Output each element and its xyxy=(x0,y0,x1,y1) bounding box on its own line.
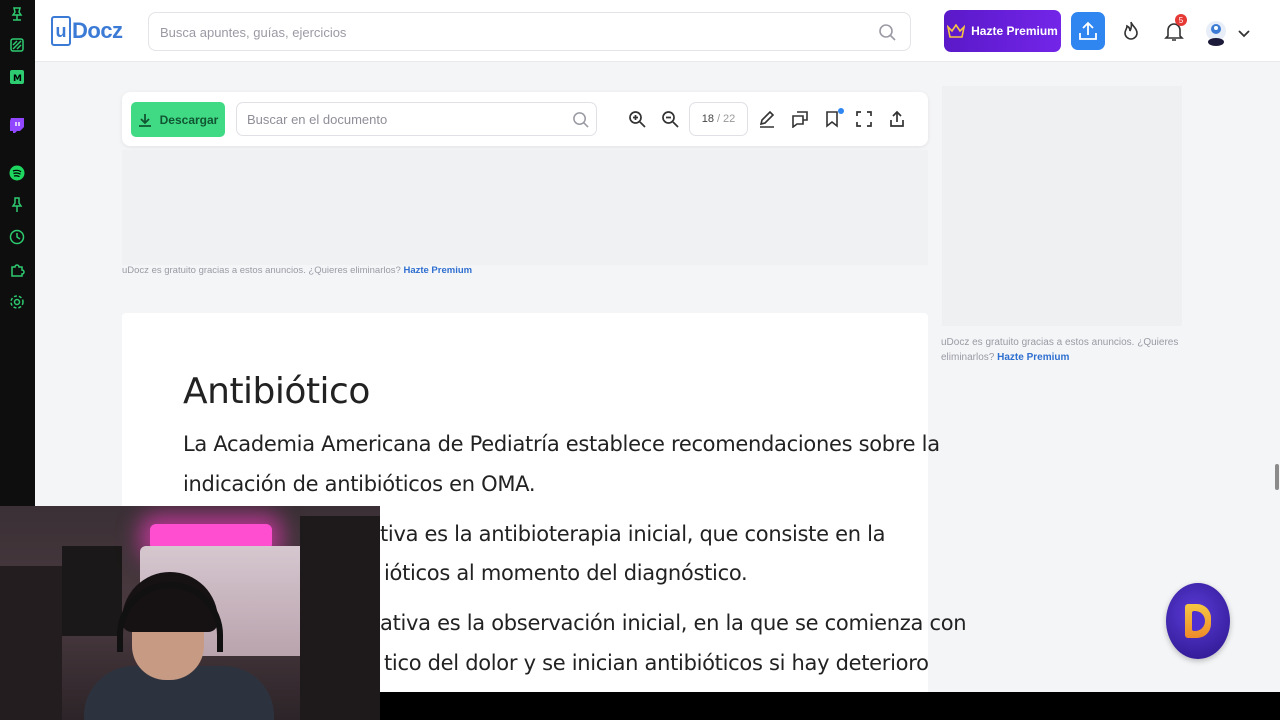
webcam-poster xyxy=(62,546,122,636)
premium-label: Hazte Premium xyxy=(971,24,1058,38)
document-search-placeholder: Buscar en el documento xyxy=(247,112,388,127)
webcam-shelf-left xyxy=(0,566,62,720)
bottom-black-bar xyxy=(380,692,1280,720)
share-icon[interactable] xyxy=(888,110,906,128)
document-heading: Antibiótico xyxy=(183,371,370,412)
search-icon[interactable] xyxy=(878,23,896,41)
document-text-line: La Academia Americana de Pediatría estab… xyxy=(183,432,940,456)
settings-icon[interactable] xyxy=(9,294,25,310)
puzzle-icon[interactable] xyxy=(9,262,25,278)
notification-badge: 5 xyxy=(1175,14,1187,26)
site-search-input[interactable]: Busca apuntes, guías, ejercicios xyxy=(148,12,911,51)
page-current[interactable]: 18 xyxy=(702,113,714,125)
side-ad-notice: uDocz es gratuito gracias a estos anunci… xyxy=(941,335,1191,365)
ad-notice-text: uDocz es gratuito gracias a estos anunci… xyxy=(122,265,401,276)
page-indicator[interactable]: 18 / 22 xyxy=(689,102,748,136)
upload-icon xyxy=(1079,21,1097,40)
download-label: Descargar xyxy=(159,112,219,127)
udocz-logo[interactable]: u Docz xyxy=(51,14,123,48)
page-total: 22 xyxy=(723,113,736,125)
search-icon[interactable] xyxy=(572,111,589,128)
fullscreen-icon[interactable] xyxy=(855,110,873,128)
comments-icon[interactable] xyxy=(791,110,809,129)
user-avatar[interactable] xyxy=(1205,20,1227,46)
pushpin-icon[interactable] xyxy=(9,197,25,213)
document-text-line: ióticos al momento del diagnóstico. xyxy=(384,561,748,585)
document-text-line: ativa es la observación inicial, en la q… xyxy=(380,611,967,635)
svg-text:M: M xyxy=(13,74,22,84)
crown-icon xyxy=(946,23,966,38)
document-search-input[interactable]: Buscar en el documento xyxy=(236,102,597,136)
site-search-placeholder: Busca apuntes, guías, ejercicios xyxy=(160,25,347,40)
highlight-pen-icon[interactable] xyxy=(758,110,776,128)
upload-button[interactable] xyxy=(1071,12,1105,50)
download-button[interactable]: Descargar xyxy=(131,102,225,137)
ad-notice: uDocz es gratuito gracias a estos anunci… xyxy=(122,265,472,276)
document-toolbar: Descargar Buscar en el documento 18 / 22 xyxy=(122,92,928,146)
logo-text: Docz xyxy=(72,18,123,43)
side-ad-banner xyxy=(942,86,1182,326)
page-separator: / xyxy=(716,113,721,125)
twitch-icon[interactable] xyxy=(9,117,25,133)
layers-icon[interactable] xyxy=(9,37,25,53)
document-text-line: tico del dolor y se inician antibióticos… xyxy=(384,651,929,675)
scrollbar-thumb[interactable] xyxy=(1275,464,1279,490)
side-ad-premium-link[interactable]: Hazte Premium xyxy=(997,352,1069,363)
document-text-line: indicación de antibióticos en OMA. xyxy=(183,472,536,496)
udocz-assistant-icon xyxy=(1185,604,1211,638)
m-app-icon[interactable]: M xyxy=(9,69,25,85)
zoom-out-icon[interactable] xyxy=(661,110,679,128)
udocz-assistant-button[interactable] xyxy=(1166,583,1230,659)
webcam-overlay xyxy=(0,506,380,720)
clock-icon[interactable] xyxy=(9,229,25,245)
document-text-line: tiva es la antibioterapia inicial, que c… xyxy=(380,522,886,546)
fire-icon[interactable] xyxy=(1120,20,1142,42)
pin-icon[interactable] xyxy=(9,6,25,22)
ad-banner xyxy=(122,150,928,265)
ad-notice-premium-link[interactable]: Hazte Premium xyxy=(403,265,472,276)
logo-mark: u xyxy=(51,16,71,46)
chevron-down-icon[interactable] xyxy=(1237,26,1251,38)
hazte-premium-button[interactable]: Hazte Premium xyxy=(944,10,1061,52)
bookmark-dot xyxy=(838,108,844,114)
download-icon xyxy=(138,113,151,127)
webcam-shelf-right xyxy=(300,516,380,720)
zoom-in-icon[interactable] xyxy=(628,110,646,128)
spotify-icon[interactable] xyxy=(9,165,25,181)
site-header: u Docz Busca apuntes, guías, ejercicios … xyxy=(35,0,1280,62)
